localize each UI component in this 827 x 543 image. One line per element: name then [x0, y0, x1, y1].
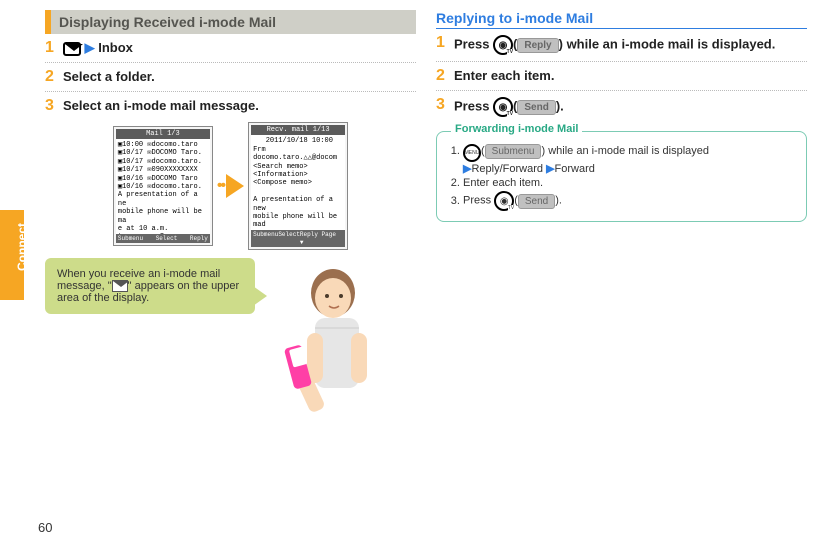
fw-item-1: MENU(Submenu) while an i-mode mail is di…: [463, 144, 794, 175]
side-tab-label: Connect: [15, 207, 29, 287]
fw3a: Press: [463, 195, 494, 207]
heading-displaying: Displaying Received i-mode Mail: [45, 10, 416, 34]
phone-screens: Mail 1/3 ▣10:00 ✉docomo.taro ▣10/17 ✉DOC…: [45, 122, 416, 250]
heading-replying: Replying to i-mode Mail: [436, 10, 807, 29]
right-step-3: 3 Press ◉(Send).: [436, 97, 807, 117]
fw-item-2: Enter each item.: [463, 177, 794, 189]
person-holding-phone-icon: [255, 258, 395, 428]
big-arrow-icon: [226, 174, 244, 198]
step-number: 2: [436, 68, 448, 84]
submenu-chip: Submenu: [485, 144, 542, 159]
right-column: Replying to i-mode Mail 1 Press ◉(Reply)…: [436, 10, 807, 428]
tip-row: When you receive an i-mode mail message,…: [45, 258, 416, 428]
page-content: Displaying Received i-mode Mail 1 ▶ Inbo…: [0, 0, 827, 438]
divider: [45, 62, 416, 63]
screen1-softkeys: Submenu Select Reply: [116, 234, 210, 243]
character-illustration: [255, 258, 395, 428]
side-tab-connect: Connect: [0, 210, 24, 300]
softkey-l: Submenu: [118, 235, 143, 242]
step-number: 1: [436, 35, 448, 51]
divider: [436, 61, 807, 62]
left-step-2: 2 Select a folder.: [45, 69, 416, 85]
right-step3-body: Press ◉(Send).: [454, 97, 807, 117]
r3a: Press: [454, 98, 493, 113]
send-chip-2: Send: [518, 194, 555, 209]
divider: [45, 91, 416, 92]
phone-screen-left: Mail 1/3 ▣10:00 ✉docomo.taro ▣10/17 ✉DOC…: [113, 126, 213, 247]
step-number: 2: [45, 69, 57, 85]
envelope-small-icon: [112, 280, 128, 292]
arrow-icon: ▶: [85, 40, 95, 55]
divider: [436, 90, 807, 91]
camera-button-icon: ◉: [494, 191, 514, 211]
right-step2-body: Enter each item.: [454, 68, 807, 83]
left-step-1: 1 ▶ Inbox: [45, 40, 416, 56]
forwarding-box: Forwarding i-mode Mail MENU(Submenu) whi…: [436, 131, 807, 222]
fw-item-3: Press ◉(Send).: [463, 191, 794, 211]
screen2-title: Recv. mail 1/13: [251, 125, 345, 135]
r1b: ) while an i-mode mail is displayed.: [559, 36, 776, 51]
softkey-c: Select: [278, 231, 300, 245]
screen2-softkeys: Submenu Select Reply Page ▼: [251, 230, 345, 246]
step-1-body: ▶ Inbox: [63, 40, 416, 56]
fw1a: ) while an i-mode mail is displayed: [541, 145, 709, 157]
fw1b: Reply/Forward: [471, 163, 543, 175]
step-number: 3: [436, 97, 448, 113]
page-number: 60: [38, 520, 52, 535]
softkey-c: Select: [156, 235, 178, 242]
step-2-body: Select a folder.: [63, 69, 416, 84]
camera-button-icon: ◉: [493, 97, 513, 117]
softkey-l: Submenu: [253, 231, 278, 245]
left-step-3: 3 Select an i-mode mail message.: [45, 98, 416, 114]
heading-replying-text: Replying to i-mode Mail: [436, 10, 593, 26]
reply-chip: Reply: [517, 38, 558, 53]
step-number: 3: [45, 98, 57, 114]
screen2-body: 2011/10/18 10:00 Frm docomo.taro.△△@doco…: [251, 135, 345, 230]
mail-icon: [63, 42, 81, 56]
softkey-r: Reply: [190, 235, 208, 242]
fw1c: Forward: [555, 163, 595, 175]
step-number: 1: [45, 40, 57, 56]
menu-button-icon: MENU: [463, 144, 481, 162]
right-step-2: 2 Enter each item.: [436, 68, 807, 84]
tip-balloon: When you receive an i-mode mail message,…: [45, 258, 255, 314]
fw3b: ).: [555, 195, 562, 207]
camera-button-icon: ◉: [493, 35, 513, 55]
dot-lead: ••: [217, 177, 224, 195]
forwarding-list: MENU(Submenu) while an i-mode mail is di…: [449, 144, 794, 211]
forwarding-title: Forwarding i-mode Mail: [451, 123, 582, 135]
screen1-title: Mail 1/3: [116, 129, 210, 139]
phone-screen-right: Recv. mail 1/13 2011/10/18 10:00 Frm doc…: [248, 122, 348, 250]
r1a: Press: [454, 36, 493, 51]
right-step-1: 1 Press ◉(Reply) while an i-mode mail is…: [436, 35, 807, 55]
step-3-body: Select an i-mode mail message.: [63, 98, 416, 113]
left-column: Displaying Received i-mode Mail 1 ▶ Inbo…: [45, 10, 416, 428]
screen1-body: ▣10:00 ✉docomo.taro ▣10/17 ✉DOCOMO Taro.…: [116, 139, 210, 234]
send-chip: Send: [517, 100, 555, 115]
r3b: ).: [556, 98, 564, 113]
inbox-label: Inbox: [98, 40, 133, 55]
arrow-icon: ▶: [546, 163, 554, 175]
softkey-r: Reply Page ▼: [300, 231, 343, 245]
right-step1-body: Press ◉(Reply) while an i-mode mail is d…: [454, 35, 807, 55]
